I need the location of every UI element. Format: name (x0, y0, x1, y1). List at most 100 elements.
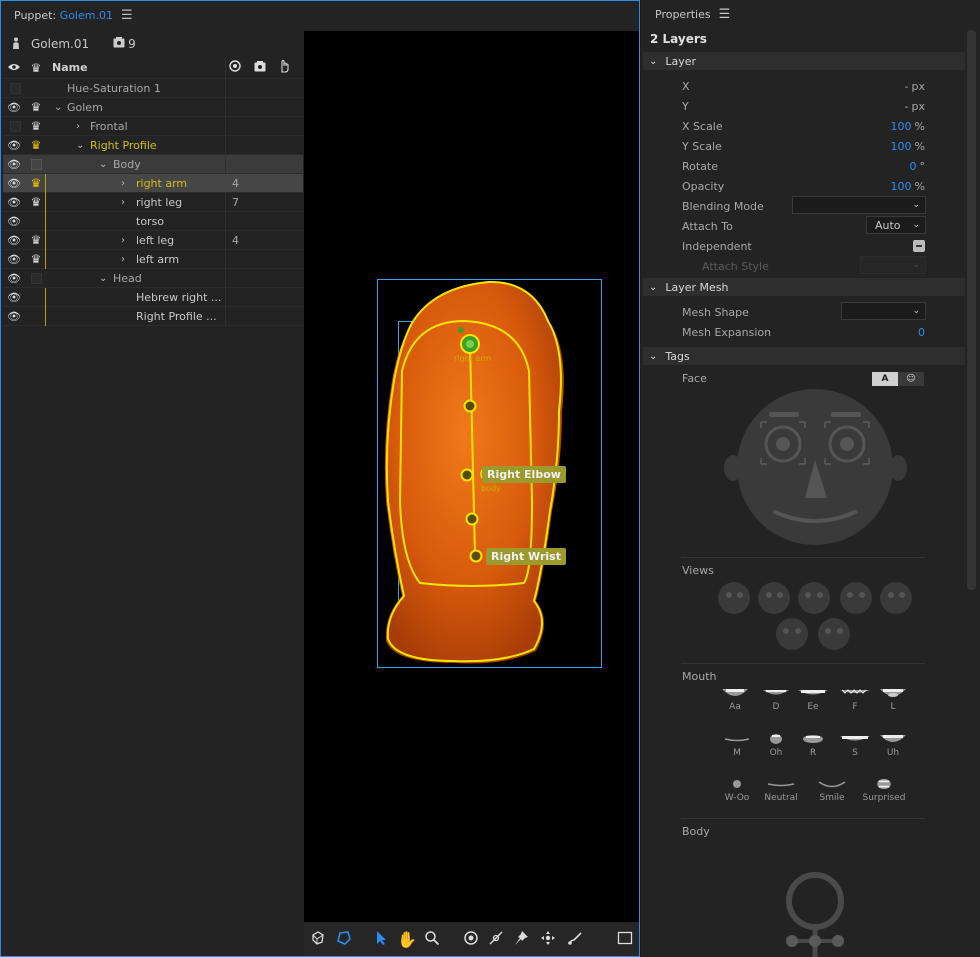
face-mode-toggle[interactable]: ☺ (898, 372, 924, 386)
crown-icon[interactable]: ♛ (28, 252, 44, 266)
chevron-right-icon[interactable]: › (76, 121, 80, 132)
crown-icon[interactable]: ♛ (28, 176, 44, 190)
mouth-label: Mouth (682, 670, 717, 683)
crown-icon[interactable]: ♛ (28, 195, 44, 209)
text-mode-toggle[interactable]: A (872, 372, 898, 386)
tags-section-header[interactable]: ⌄ Tags (643, 347, 965, 365)
origin-icon[interactable] (461, 930, 481, 950)
body-tag-diagram[interactable] (781, 870, 851, 957)
hand-icon[interactable]: ✋ (397, 930, 417, 949)
layer-row-body[interactable]: 👁 ⌄ Body (3, 155, 303, 174)
forearm-handle[interactable] (465, 512, 479, 526)
hamburger-menu-icon[interactable]: ☰ (121, 8, 133, 23)
eye-icon[interactable]: 👁 (6, 101, 22, 114)
mouth-shape-surprised[interactable]: Surprised (862, 778, 906, 803)
independent-checkbox[interactable] (913, 240, 925, 252)
crown-icon[interactable]: ♛ (28, 100, 44, 114)
chevron-down-icon[interactable]: ⌄ (76, 140, 84, 151)
layer-row-right-profile-art[interactable]: 👁 Right Profile ... (3, 306, 303, 326)
independent-toggle-off[interactable] (31, 272, 42, 284)
eye-icon[interactable]: 👁 (6, 253, 22, 266)
mouth-shape-label: Smile (819, 793, 845, 803)
pen-icon[interactable] (486, 930, 506, 950)
layer-row-left-arm[interactable]: 👁 ♛ › left arm (3, 249, 303, 269)
eye-icon[interactable]: 👁 (6, 158, 22, 171)
eye-icon[interactable]: 👁 (6, 139, 22, 152)
crown-icon[interactable]: ♛ (28, 233, 44, 247)
chevron-right-icon[interactable]: › (121, 197, 125, 208)
chevron-right-icon[interactable]: › (121, 254, 125, 265)
chevron-down-icon[interactable]: ⌄ (99, 159, 107, 170)
rotate-value[interactable]: 0 ° (910, 160, 926, 173)
mesh-expansion-value[interactable]: 0 (918, 326, 925, 339)
y-scale-value[interactable]: 100% (891, 140, 925, 153)
warp-icon[interactable] (308, 930, 328, 950)
face-view-toggle[interactable]: A ☺ (872, 372, 924, 386)
eye-icon[interactable]: 👁 (6, 196, 22, 209)
eye-icon[interactable]: 👁 (6, 177, 22, 190)
blending-mode-dropdown[interactable]: ⌄ (792, 196, 926, 214)
views-thumbnails[interactable] (716, 580, 916, 652)
layer-row-left-leg[interactable]: 👁 ♛ › left leg 4 (3, 230, 303, 250)
mouth-shape-w-oo[interactable]: W-Oo (715, 778, 759, 803)
select-arrow-icon[interactable] (371, 930, 391, 950)
crown-icon[interactable]: ♛ (28, 119, 44, 133)
hamburger-menu-icon[interactable]: ☰ (719, 7, 731, 22)
layer-row-right-profile[interactable]: 👁 ♛ ⌄ Right Profile (3, 136, 303, 155)
mouth-shape-l[interactable]: L (871, 687, 915, 712)
right-wrist-tag[interactable]: Right Wrist (486, 548, 566, 565)
eye-icon[interactable]: 👁 (6, 291, 22, 304)
wrist-handle[interactable] (469, 549, 483, 563)
y-value[interactable]: - px (905, 100, 925, 113)
elbow-handle[interactable] (460, 468, 474, 482)
eye-icon[interactable]: 👁 (6, 272, 22, 285)
square-icon[interactable] (615, 930, 635, 950)
crown-icon[interactable]: ♛ (28, 138, 44, 152)
opacity-value[interactable]: 100% (891, 180, 925, 193)
chevron-down-icon[interactable]: ⌄ (54, 102, 62, 113)
mouth-shape-m[interactable]: M (715, 733, 759, 758)
layer-row-frontal[interactable]: ♛ › Frontal (3, 117, 303, 136)
eye-icon[interactable]: 👁 (6, 310, 22, 323)
chevron-right-icon[interactable]: › (121, 178, 125, 189)
puppet-canvas[interactable]: right arm Right Elbow body Right Wrist (304, 31, 639, 922)
properties-tab[interactable]: Properties ☰ (641, 0, 980, 29)
mesh-shape-dropdown[interactable]: ⌄ (841, 302, 926, 320)
x-value[interactable]: - px (905, 80, 925, 93)
layer-row-right-arm[interactable]: 👁 ♛ › right arm 4 (3, 173, 303, 193)
puppet-panel-tab[interactable]: Puppet: Golem.01 ☰ (1, 1, 639, 30)
layer-row-golem[interactable]: 👁 ♛ ⌄ Golem (3, 98, 303, 117)
face-tag-diagram[interactable] (723, 388, 908, 548)
mouth-shape-aa[interactable]: Aa (713, 687, 757, 712)
properties-scrollbar[interactable] (967, 30, 976, 590)
chevron-right-icon[interactable]: › (121, 235, 125, 246)
chevron-down-icon[interactable]: ⌄ (99, 273, 107, 284)
independent-toggle-off[interactable] (31, 158, 42, 170)
layer-section-header[interactable]: ⌄ Layer (643, 52, 965, 70)
eye-icon[interactable]: 👁 (6, 215, 22, 228)
mouth-shape-ee[interactable]: Ee (791, 687, 835, 712)
layer-row-hue-saturation[interactable]: Hue-Saturation 1 (3, 79, 303, 98)
move-icon[interactable] (538, 930, 558, 950)
mouth-shape-neutral[interactable]: Neutral (759, 778, 803, 803)
brush-icon[interactable] (565, 930, 585, 950)
x-scale-value[interactable]: 100% (891, 120, 925, 133)
right-elbow-tag[interactable]: Right Elbow (482, 466, 566, 483)
visibility-toggle-off[interactable] (10, 120, 21, 132)
zoom-icon[interactable] (422, 930, 442, 950)
visibility-toggle-off[interactable] (10, 82, 21, 94)
arm-handle[interactable] (463, 399, 477, 413)
eye-icon[interactable]: 👁 (6, 234, 22, 247)
layer-row-right-leg[interactable]: 👁 ♛ › right leg 7 (3, 192, 303, 212)
lasso-icon[interactable] (334, 930, 354, 950)
mouth-shape-r[interactable]: R (791, 733, 835, 758)
layer-mesh-section-header[interactable]: ⌄ Layer Mesh (643, 278, 965, 296)
name-column-header[interactable]: Name (52, 61, 88, 74)
pin-icon[interactable] (511, 930, 531, 950)
attach-to-dropdown[interactable]: Auto ⌄ (866, 216, 926, 234)
layer-row-hebrew-right[interactable]: 👁 Hebrew right ... (3, 287, 303, 307)
mouth-shape-smile[interactable]: Smile (810, 778, 854, 803)
layer-row-torso[interactable]: 👁 torso (3, 211, 303, 231)
mouth-shape-uh[interactable]: Uh (871, 733, 915, 758)
layer-row-head[interactable]: 👁 ⌄ Head (3, 269, 303, 288)
